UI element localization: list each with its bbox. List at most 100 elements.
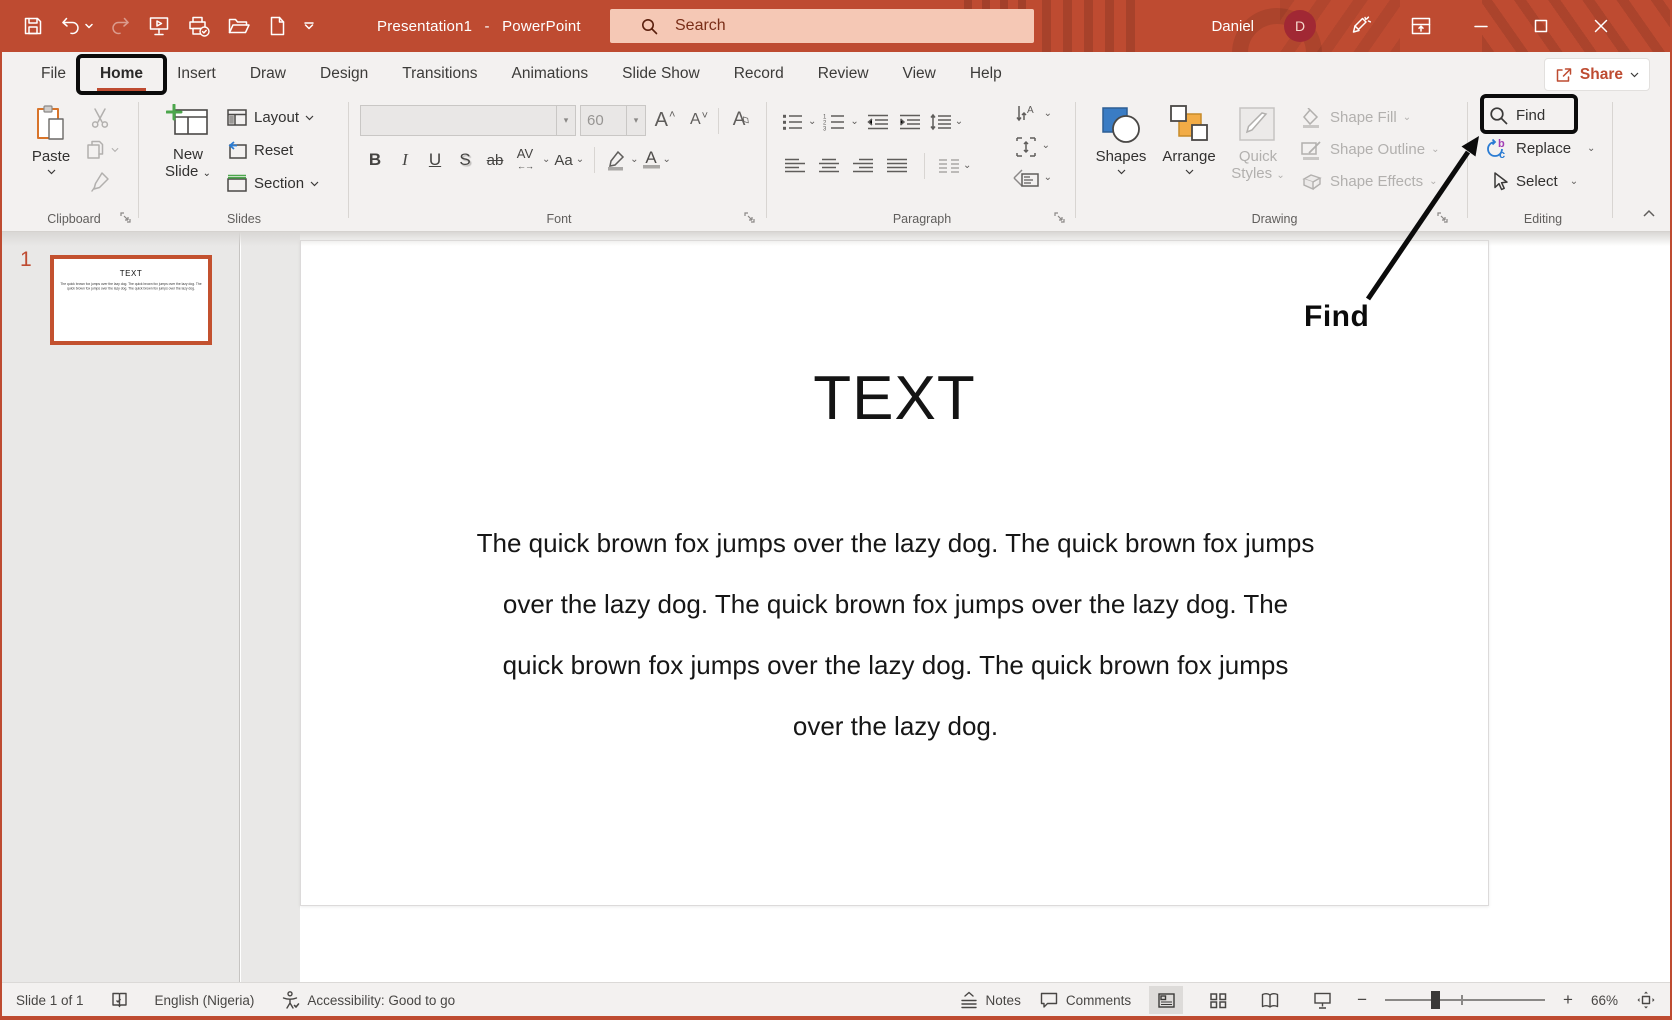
copy-button[interactable]	[84, 138, 119, 162]
zoom-level[interactable]: 66%	[1591, 993, 1618, 1008]
text-highlight-color-button[interactable]: ⌄	[605, 146, 639, 174]
zoom-in-button[interactable]: +	[1563, 990, 1573, 1010]
fit-slide-to-window-button[interactable]	[1636, 990, 1656, 1010]
zoom-slider-thumb[interactable]	[1431, 991, 1441, 1009]
columns-button[interactable]: ⌄	[939, 152, 971, 180]
avatar[interactable]: D	[1284, 10, 1316, 42]
tab-transitions[interactable]: Transitions	[385, 52, 494, 96]
accessibility-button[interactable]: Accessibility: Good to go	[280, 990, 455, 1010]
coming-soon-icon[interactable]	[1346, 0, 1376, 52]
zoom-slider[interactable]	[1385, 986, 1546, 1014]
print-preview-button[interactable]	[186, 14, 211, 38]
shape-fill-button[interactable]: Shape Fill ⌄	[1300, 102, 1411, 133]
shape-outline-button[interactable]: Shape Outline ⌄	[1300, 134, 1439, 165]
character-spacing-button[interactable]: AV ←→	[512, 146, 538, 174]
section-button[interactable]: Section	[226, 168, 319, 199]
italic-button[interactable]: I	[392, 146, 418, 174]
bold-button[interactable]: B	[362, 146, 388, 174]
slideshow-view-button[interactable]	[1305, 986, 1339, 1014]
text-shadow-button[interactable]: S	[452, 146, 478, 174]
font-dialog-launcher[interactable]	[743, 211, 756, 224]
numbering-button[interactable]: 123 ⌄	[822, 108, 858, 136]
tab-record[interactable]: Record	[717, 52, 801, 96]
minimize-button[interactable]	[1466, 0, 1496, 52]
slide-indicator[interactable]: Slide 1 of 1	[16, 993, 84, 1008]
tab-animations[interactable]: Animations	[494, 52, 605, 96]
start-slideshow-button[interactable]	[147, 14, 171, 38]
redo-button[interactable]	[108, 15, 132, 37]
slide-title-text[interactable]: TEXT	[301, 363, 1488, 434]
comments-button[interactable]: Comments	[1039, 991, 1131, 1009]
zoom-out-button[interactable]: −	[1357, 990, 1367, 1010]
strikethrough-button[interactable]: ab	[482, 146, 508, 174]
clipboard-dialog-launcher[interactable]	[119, 211, 132, 224]
notes-button[interactable]: Notes	[959, 991, 1021, 1009]
format-painter-button[interactable]	[88, 170, 112, 194]
quick-styles-button[interactable]: Quick Styles ⌄	[1226, 104, 1290, 184]
decrease-indent-button[interactable]	[865, 108, 891, 136]
convert-to-smartart-button[interactable]: ⌄	[1012, 168, 1052, 190]
line-spacing-button[interactable]: ⌄	[929, 108, 963, 136]
paste-button[interactable]: Paste	[22, 104, 80, 175]
spell-check-button[interactable]	[110, 991, 129, 1010]
decrease-font-size-button[interactable]: A ˅	[686, 106, 712, 134]
clear-formatting-button[interactable]: A ◊	[728, 106, 754, 134]
reset-button[interactable]: Reset	[226, 135, 293, 166]
slide-sorter-view-button[interactable]	[1201, 986, 1235, 1014]
new-document-button[interactable]	[266, 14, 288, 38]
shapes-button[interactable]: Shapes	[1090, 104, 1152, 175]
tab-slide-show[interactable]: Slide Show	[605, 52, 717, 96]
font-name-select[interactable]: ▾	[360, 105, 576, 136]
increase-font-size-button[interactable]: A ˄	[652, 106, 678, 134]
font-color-button[interactable]: A ⌄	[642, 146, 671, 174]
align-left-button[interactable]	[782, 152, 808, 180]
collapse-ribbon-button[interactable]	[1642, 208, 1656, 218]
paragraph-dialog-launcher[interactable]	[1053, 211, 1066, 224]
user-name[interactable]: Daniel	[1211, 18, 1254, 35]
normal-view-button[interactable]	[1149, 986, 1184, 1014]
underline-button[interactable]: U	[422, 146, 448, 174]
drawing-dialog-launcher[interactable]	[1436, 211, 1449, 224]
share-button[interactable]: Share	[1543, 58, 1650, 91]
open-file-button[interactable]	[226, 15, 251, 37]
align-center-button[interactable]	[816, 152, 842, 180]
slide-thumbnail[interactable]: TEXT The quick brown fox jumps over the …	[50, 255, 212, 345]
maximize-button[interactable]	[1526, 0, 1556, 52]
ribbon-display-options-icon[interactable]	[1406, 0, 1436, 52]
tab-file[interactable]: File	[24, 52, 83, 96]
bullets-button[interactable]: ⌄	[782, 108, 816, 136]
tab-review[interactable]: Review	[801, 52, 886, 96]
slide-body-text[interactable]: The quick brown fox jumps over the lazy …	[361, 513, 1430, 757]
shape-effects-button[interactable]: Shape Effects ⌄	[1300, 166, 1438, 197]
language-button[interactable]: English (Nigeria)	[155, 993, 255, 1008]
align-text-button[interactable]: ⌄	[1014, 136, 1050, 158]
increase-indent-button[interactable]	[897, 108, 923, 136]
justify-button[interactable]	[884, 152, 910, 180]
tab-design[interactable]: Design	[303, 52, 385, 96]
cut-button[interactable]	[88, 106, 112, 130]
find-button[interactable]: Find	[1488, 100, 1545, 131]
replace-button[interactable]: bc Replace ⌄	[1486, 133, 1595, 164]
undo-button[interactable]	[59, 15, 93, 37]
arrange-button[interactable]: Arrange	[1156, 104, 1222, 175]
save-button[interactable]	[22, 15, 44, 37]
align-right-button[interactable]	[850, 152, 876, 180]
tab-insert[interactable]: Insert	[160, 52, 233, 96]
font-size-select[interactable]: 60 ▾	[580, 105, 646, 136]
search-box[interactable]	[610, 9, 1034, 43]
customize-quick-access-toolbar-icon[interactable]	[303, 20, 315, 32]
tab-help[interactable]: Help	[953, 52, 1019, 96]
tab-home[interactable]: Home	[75, 52, 168, 96]
new-slide-button[interactable]: New Slide ⌄	[156, 104, 220, 182]
tab-draw[interactable]: Draw	[233, 52, 303, 96]
search-input[interactable]	[675, 17, 995, 35]
quick-styles-icon	[1239, 107, 1275, 141]
reading-view-button[interactable]	[1253, 986, 1287, 1014]
change-case-button[interactable]: Aa ⌄	[554, 146, 584, 174]
slide-canvas[interactable]: TEXT The quick brown fox jumps over the …	[300, 240, 1489, 906]
layout-button[interactable]: Layout	[226, 102, 314, 133]
select-button[interactable]: Select ⌄	[1488, 166, 1578, 197]
close-button[interactable]	[1586, 0, 1616, 52]
tab-view[interactable]: View	[886, 52, 953, 96]
text-direction-button[interactable]: A ⌄	[1014, 104, 1052, 126]
